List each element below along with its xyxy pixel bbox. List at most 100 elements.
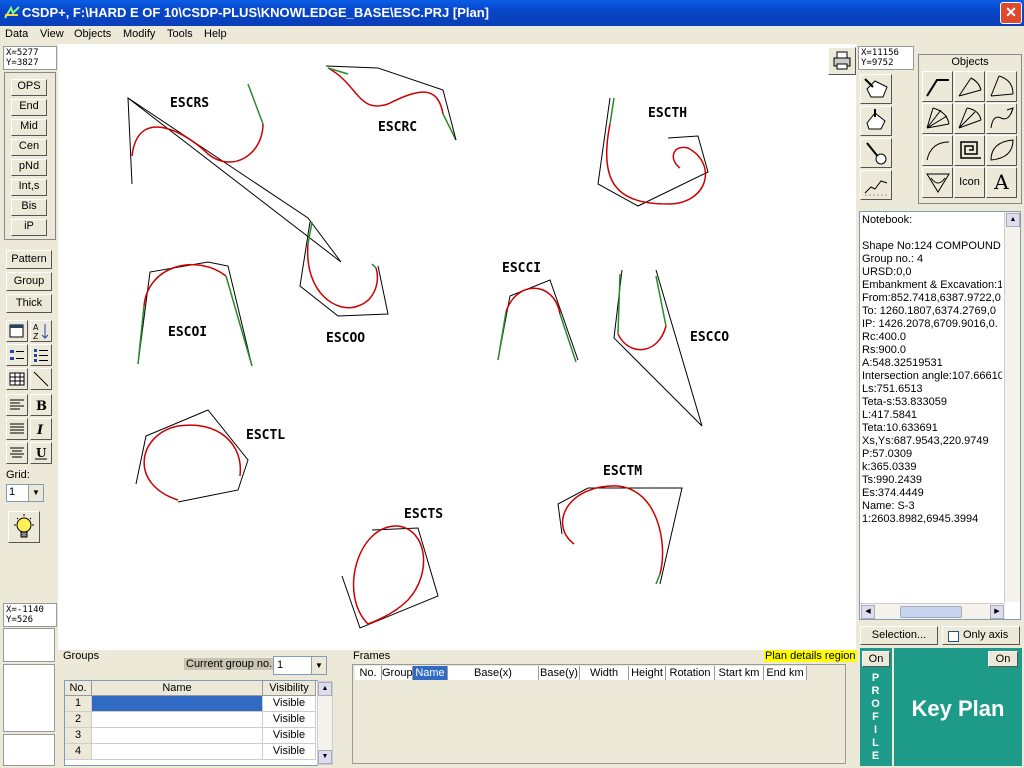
- table-icon[interactable]: [6, 368, 28, 390]
- align-center-icon[interactable]: [6, 442, 28, 464]
- row-visibility[interactable]: Visible: [263, 696, 316, 712]
- leaf-icon[interactable]: [986, 135, 1017, 166]
- line-icon[interactable]: [30, 368, 52, 390]
- snap-ints-button[interactable]: Int,s: [11, 179, 47, 196]
- print-icon[interactable]: [828, 47, 856, 75]
- lightbulb-icon[interactable]: [8, 511, 40, 543]
- notebook-line: L:417.5841: [862, 409, 918, 421]
- polyline-icon[interactable]: [922, 71, 953, 102]
- underline-icon[interactable]: U: [30, 442, 52, 464]
- text-object-button[interactable]: A: [986, 167, 1017, 198]
- snap-end-button[interactable]: End: [11, 99, 47, 116]
- shape-escoi[interactable]: [137, 261, 253, 367]
- notebook-line: Ls:751.6513: [862, 383, 923, 395]
- scroll-right-icon[interactable]: ▶: [990, 605, 1004, 619]
- checkbox-box[interactable]: [948, 631, 959, 642]
- selection-button[interactable]: Selection...: [860, 626, 938, 645]
- bold-icon[interactable]: B: [30, 394, 52, 416]
- menu-data[interactable]: Data: [5, 28, 28, 40]
- align-left-icon[interactable]: [6, 394, 28, 416]
- only-axis-checkbox[interactable]: Only axis: [942, 626, 1020, 645]
- shape-escoo[interactable]: [299, 221, 389, 317]
- menu-view[interactable]: View: [40, 28, 64, 40]
- triangle-arc-icon[interactable]: [922, 167, 953, 198]
- arc-icon[interactable]: [986, 71, 1017, 102]
- menu-tools[interactable]: Tools: [167, 28, 193, 40]
- profile-letter: E: [871, 750, 881, 762]
- label-escci: ESCCI: [502, 261, 542, 276]
- align-justify-icon[interactable]: [6, 418, 28, 440]
- close-button[interactable]: ✕: [1000, 2, 1022, 24]
- frames-col-name[interactable]: Name: [413, 666, 448, 680]
- groups-vscroll[interactable]: ▲ ▼: [317, 681, 333, 765]
- shape-escci[interactable]: [497, 279, 579, 363]
- shape-escco[interactable]: [613, 269, 703, 427]
- profile-on-button[interactable]: On: [862, 651, 890, 667]
- scroll-down-icon[interactable]: ▼: [318, 750, 332, 764]
- scroll-up-icon[interactable]: ▲: [318, 682, 332, 696]
- icon-object-button[interactable]: Icon: [954, 167, 985, 198]
- row-name[interactable]: [92, 712, 263, 728]
- profile-panel[interactable]: On PROFILE: [860, 648, 892, 766]
- row-name[interactable]: [92, 744, 263, 760]
- move-up-icon[interactable]: [860, 106, 892, 136]
- profile-letter: R: [871, 685, 881, 697]
- snap-pnd-button[interactable]: pNd: [11, 159, 47, 176]
- coord-bottom-left: X=-1140 Y=526: [3, 603, 57, 627]
- list-detail-icon[interactable]: [30, 344, 52, 366]
- row-visibility[interactable]: Visible: [263, 712, 316, 728]
- sort-az-icon[interactable]: AZ: [30, 320, 52, 342]
- shape-esctl[interactable]: [135, 409, 249, 503]
- grid-select[interactable]: 1 ▼: [6, 484, 44, 502]
- scroll-thumb[interactable]: [900, 606, 962, 618]
- curve-icon[interactable]: [922, 135, 953, 166]
- notebook-vscroll[interactable]: ▲: [1004, 212, 1020, 602]
- profile-graph-icon[interactable]: [860, 170, 892, 200]
- thick-button[interactable]: Thick: [6, 294, 52, 313]
- notebook-line: Shape No:124 COMPOUND S: [862, 240, 1002, 252]
- move-tl-icon[interactable]: [860, 74, 892, 104]
- fan-icon[interactable]: [922, 103, 953, 134]
- row-visibility[interactable]: Visible: [263, 744, 316, 760]
- row-name[interactable]: [92, 696, 263, 712]
- menu-objects[interactable]: Objects: [74, 28, 111, 40]
- fan-spiral-icon[interactable]: [954, 103, 985, 134]
- current-group-select[interactable]: 1 ▼: [273, 656, 327, 675]
- snap-bis-button[interactable]: Bis: [11, 199, 47, 216]
- frames-col-end-km: End km: [764, 666, 807, 680]
- chevron-down-icon[interactable]: ▼: [28, 485, 43, 501]
- plan-canvas[interactable]: ESCRS ESCRC ESCTH ESCCI ESCOI ESCOO ESCC…: [58, 44, 856, 650]
- shape-esctm[interactable]: [557, 485, 683, 585]
- measure-icon[interactable]: [860, 138, 892, 168]
- label-escts: ESCTS: [404, 507, 444, 522]
- menu-help[interactable]: Help: [204, 28, 227, 40]
- group-button[interactable]: Group: [6, 272, 52, 291]
- snap-mid-button[interactable]: Mid: [11, 119, 47, 136]
- svg-text:Z: Z: [33, 332, 39, 341]
- row-visibility[interactable]: Visible: [263, 728, 316, 744]
- menu-modify[interactable]: Modify: [123, 28, 155, 40]
- shape-escts[interactable]: [341, 525, 439, 629]
- pattern-button[interactable]: Pattern: [6, 250, 52, 269]
- row-name[interactable]: [92, 728, 263, 744]
- frames-col-basey: Base(y): [539, 666, 580, 680]
- keyplan-on-button[interactable]: On: [988, 651, 1018, 667]
- scroll-up-icon[interactable]: ▲: [1006, 213, 1020, 227]
- notebook-line: k:365.0339: [862, 461, 917, 473]
- frames-col-rotation: Rotation: [666, 666, 715, 680]
- properties-icon[interactable]: [6, 320, 28, 342]
- spiral-square-icon[interactable]: [954, 135, 985, 166]
- profile-letter: P: [871, 672, 881, 684]
- notebook-hscroll[interactable]: ◀ ▶: [860, 603, 1005, 619]
- keyplan-panel[interactable]: On Key Plan: [894, 648, 1022, 766]
- notebook-line: A:548.32519531: [862, 357, 943, 369]
- s-curve-icon[interactable]: [986, 103, 1017, 134]
- list-small-icon[interactable]: [6, 344, 28, 366]
- snap-ops-button[interactable]: OPS: [11, 79, 47, 96]
- arc-segment-icon[interactable]: [954, 71, 985, 102]
- snap-cen-button[interactable]: Cen: [11, 139, 47, 156]
- scroll-left-icon[interactable]: ◀: [861, 605, 875, 619]
- snap-ip-button[interactable]: iP: [11, 219, 47, 236]
- chevron-down-icon[interactable]: ▼: [311, 657, 326, 674]
- italic-icon[interactable]: I: [30, 418, 52, 440]
